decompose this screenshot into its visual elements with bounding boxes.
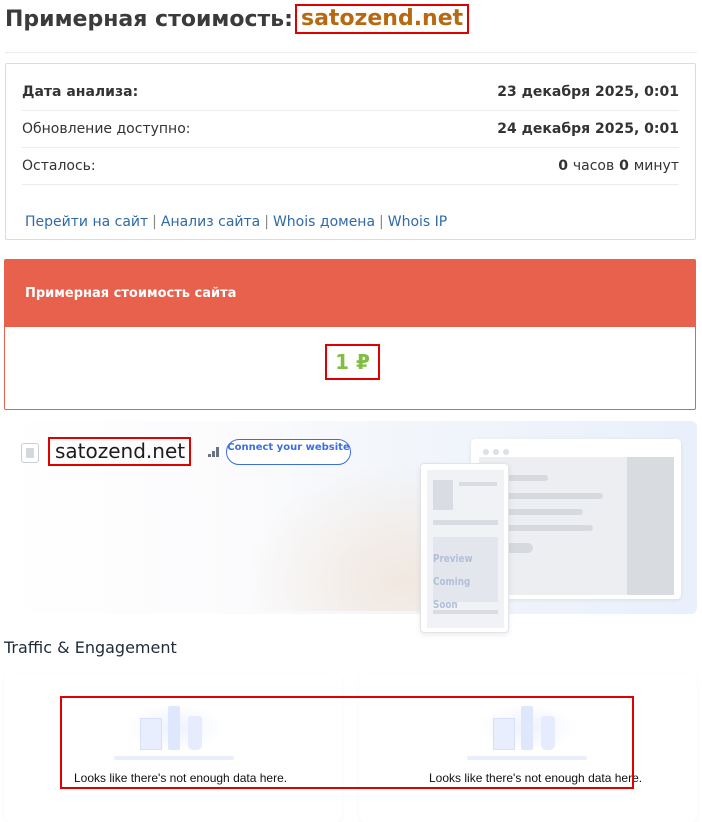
analysis-info-card: Дата анализа: 23 декабря 2025, 0:01 Обно… xyxy=(5,63,696,240)
mobile-preview-mockup: Preview Coming Soon xyxy=(420,463,509,633)
connect-website-button[interactable]: Connect your website xyxy=(226,439,351,465)
page-title-domain: satozend.net xyxy=(294,4,470,34)
remaining-value: 0 часов 0 минут xyxy=(558,158,679,174)
remaining-hours-number: 0 xyxy=(558,158,568,174)
update-available-label: Обновление доступно: xyxy=(22,121,191,137)
update-available-value: 24 декабря 2025, 0:01 xyxy=(497,121,679,137)
link-go-to-site[interactable]: Перейти на сайт xyxy=(25,214,148,230)
link-separator: | xyxy=(379,214,384,230)
similarweb-domain: satozend.net xyxy=(48,437,191,466)
analysis-date-value: 23 декабря 2025, 0:01 xyxy=(497,84,679,100)
highlight-box xyxy=(60,696,634,789)
traffic-engagement-title: Traffic & Engagement xyxy=(4,638,177,657)
link-separator: | xyxy=(152,214,157,230)
remaining-row: Осталось: 0 часов 0 минут xyxy=(22,148,679,185)
favicon-placeholder-icon xyxy=(21,443,39,463)
page-title: Примерная стоимость: satozend.net xyxy=(5,2,470,36)
remaining-minutes-unit: минут xyxy=(633,158,679,174)
rank-bars-icon xyxy=(208,447,220,457)
link-separator: | xyxy=(264,214,269,230)
site-cost-value: 1 ₽ xyxy=(325,344,380,380)
remaining-hours-unit: часов xyxy=(572,158,615,174)
site-cost-card: Примерная стоимость сайта 1 ₽ xyxy=(4,259,696,410)
site-cost-heading: Примерная стоимость сайта xyxy=(5,260,695,327)
analysis-date-row: Дата анализа: 23 декабря 2025, 0:01 xyxy=(22,74,679,111)
update-available-row: Обновление доступно: 24 декабря 2025, 0:… xyxy=(22,111,679,148)
similarweb-card: satozend.net Connect your website Previe… xyxy=(4,421,697,633)
remaining-minutes-number: 0 xyxy=(619,158,629,174)
analysis-date-label: Дата анализа: xyxy=(22,84,139,100)
site-links: Перейти на сайт | Анализ сайта | Whois домен… xyxy=(25,214,447,230)
remaining-label: Осталось: xyxy=(22,158,96,174)
page-title-prefix: Примерная стоимость: xyxy=(5,6,293,32)
link-site-analysis[interactable]: Анализ сайта xyxy=(161,214,260,230)
link-whois-domain[interactable]: Whois домена xyxy=(273,214,375,230)
link-whois-ip[interactable]: Whois IP xyxy=(388,214,448,230)
header-divider xyxy=(5,52,697,53)
preview-coming-soon-text: Preview Coming Soon xyxy=(433,552,473,611)
